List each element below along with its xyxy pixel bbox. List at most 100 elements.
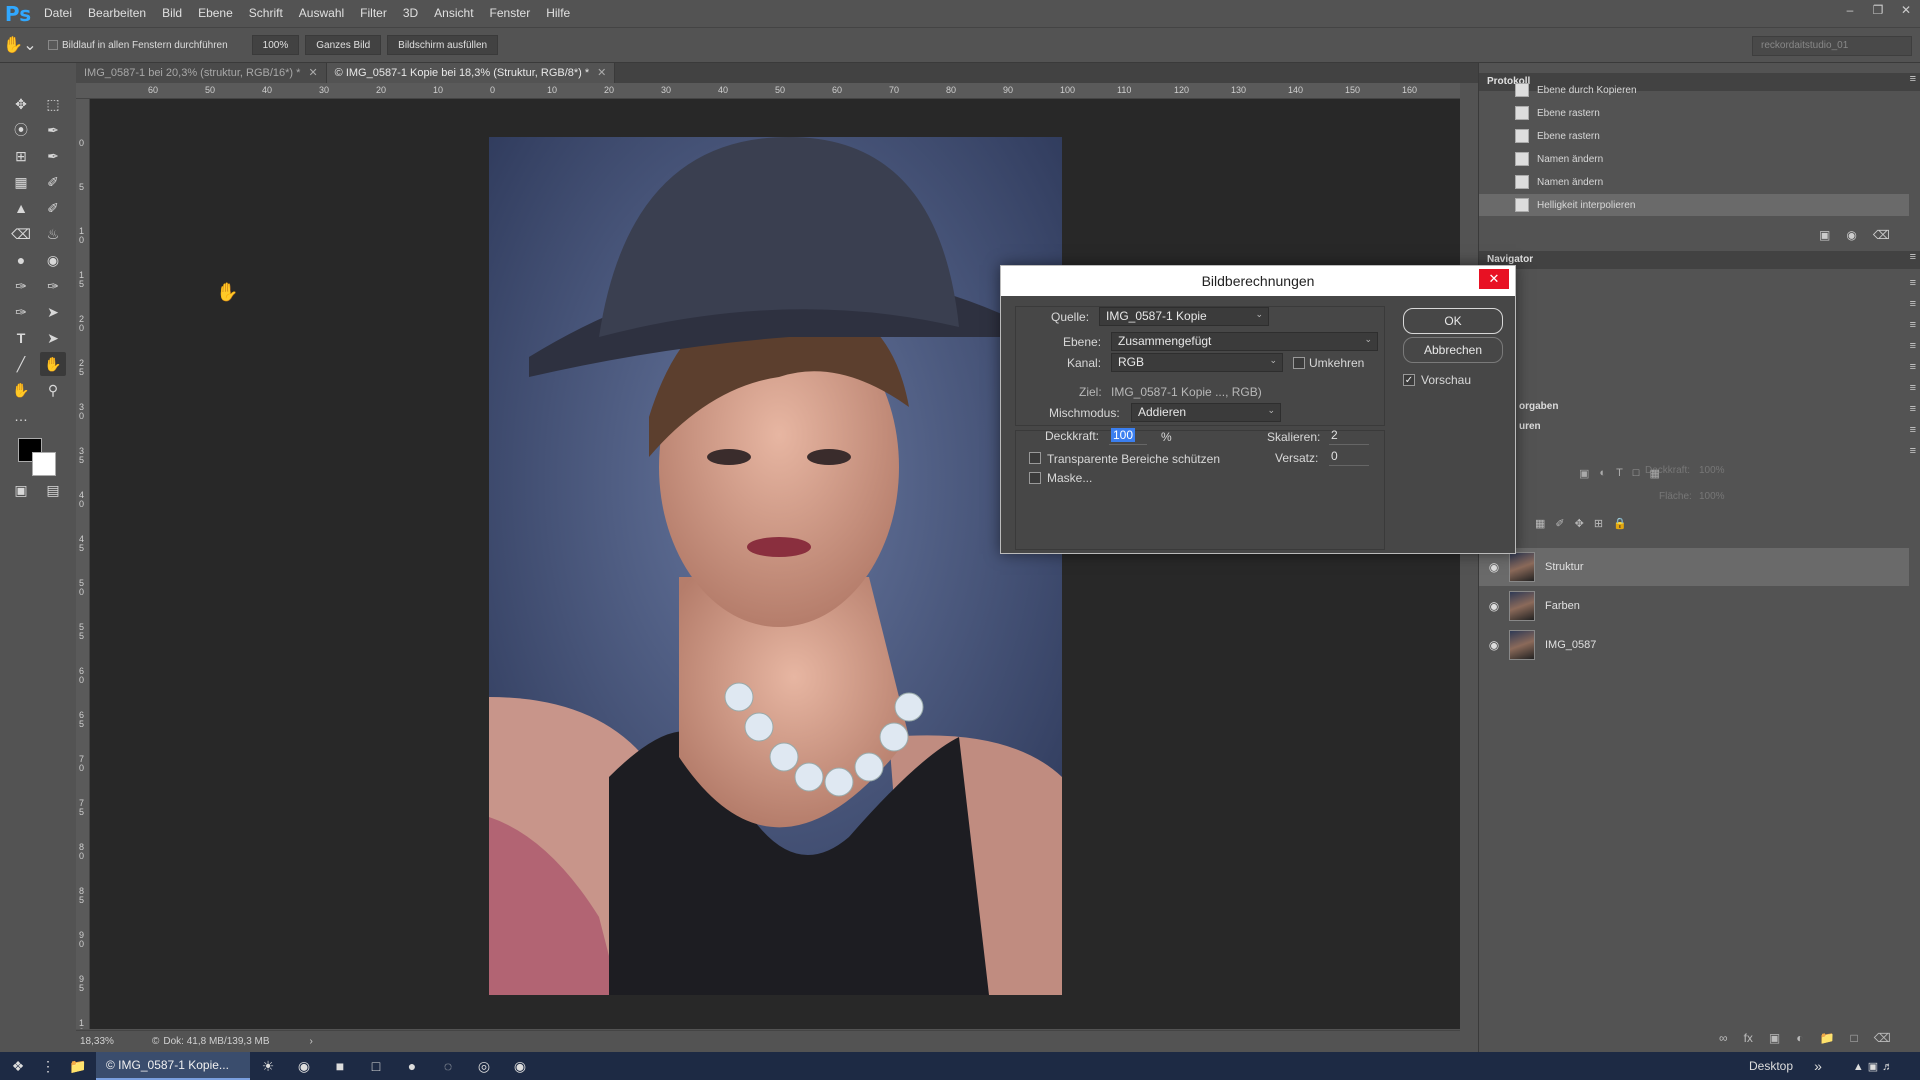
brush-tool-icon[interactable]: ✐ [40, 170, 66, 194]
healing-brush-tool-icon[interactable]: ▦ [8, 170, 34, 194]
paint-bucket-tool-icon[interactable]: ♨ [40, 222, 66, 246]
tab-close-icon[interactable]: ✕ [308, 67, 317, 79]
lock-position-icon[interactable]: ✥ [1575, 517, 1584, 530]
layer-row[interactable]: ◉ Struktur [1479, 548, 1909, 586]
fill-screen-button[interactable]: Bildschirm ausfüllen [387, 35, 499, 55]
menu-item-ansicht[interactable]: Ansicht [426, 0, 481, 27]
eraser-tool-icon[interactable]: ⌫ [8, 222, 34, 246]
history-item[interactable]: Helligkeit interpolieren [1479, 194, 1909, 216]
delete-layer-icon[interactable]: ⌫ [1874, 1031, 1891, 1045]
blur-tool-icon[interactable]: ● [8, 248, 34, 272]
chevron-right-icon[interactable]: » [1806, 1052, 1830, 1080]
minimize-icon[interactable]: – [1836, 0, 1864, 20]
start-windows-icon[interactable]: ❖ [0, 1052, 36, 1080]
cancel-button[interactable]: Abbrechen [1403, 337, 1503, 363]
trash-icon[interactable]: ⌫ [1873, 228, 1890, 242]
dialog-close-icon[interactable]: ✕ [1479, 269, 1509, 289]
zoom-level[interactable]: 18,33% [80, 1036, 140, 1047]
filter-image-icon[interactable]: ▣ [1579, 467, 1589, 480]
skalieren-input[interactable]: 2 [1329, 427, 1369, 445]
layer-row[interactable]: ◉ IMG_0587 [1479, 626, 1909, 664]
taskbar-app-icon[interactable]: ◌ [430, 1052, 466, 1080]
restore-icon[interactable]: ❐ [1864, 0, 1892, 20]
tab-close-icon[interactable]: ✕ [597, 67, 606, 79]
desktop-toolbar[interactable]: Desktop [1736, 1052, 1806, 1080]
menu-item-bild[interactable]: Bild [154, 0, 190, 27]
line-tool-icon[interactable]: ╱ [8, 352, 34, 376]
menu-item-datei[interactable]: Datei [36, 0, 80, 27]
filter-smart-icon[interactable]: ▦ [1649, 467, 1659, 480]
lasso-tool-icon[interactable]: ⦿ [8, 118, 34, 142]
layer-row[interactable]: ◉ Farben [1479, 587, 1909, 625]
new-layer-icon[interactable]: □ [1850, 1031, 1857, 1045]
snapshot-camera-icon[interactable]: ◉ [1846, 228, 1856, 242]
scroll-all-windows-option[interactable]: Bildlauf in allen Fenstern durchführen [48, 40, 228, 51]
visibility-eye-icon[interactable]: ◉ [1479, 638, 1509, 652]
quick-selection-tool-icon[interactable]: ✒ [40, 118, 66, 142]
screen-mode-icon[interactable]: ▤ [40, 478, 66, 502]
firefox-icon[interactable]: ◉ [286, 1052, 322, 1080]
tab-document-2[interactable]: © IMG_0587-1 Kopie bei 18,3% (Struktur, … [326, 63, 616, 83]
taskbar-app-icon[interactable]: ◎ [466, 1052, 502, 1080]
history-item[interactable]: Ebene durch Kopieren [1479, 79, 1909, 101]
direct-selection-tool-icon[interactable]: ➤ [40, 300, 66, 324]
transparent-areas-checkbox[interactable] [1029, 452, 1041, 464]
lock-pixels-icon[interactable]: ✐ [1555, 517, 1564, 530]
history-item[interactable]: Namen ändern [1479, 171, 1909, 193]
fill-value[interactable]: 100% [1699, 491, 1725, 502]
versatz-input[interactable]: 0 [1329, 448, 1369, 466]
menu-item-bearbeiten[interactable]: Bearbeiten [80, 0, 154, 27]
curvature-pen-tool-icon[interactable]: ✑ [8, 300, 34, 324]
quelle-select[interactable]: IMG_0587-1 Kopie ⌄ [1099, 307, 1269, 326]
menu-item-auswahl[interactable]: Auswahl [291, 0, 352, 27]
tab-document-1[interactable]: IMG_0587-1 bei 20,3% (struktur, RGB/16*)… [76, 63, 327, 83]
menu-item-ebene[interactable]: Ebene [190, 0, 241, 27]
file-explorer-icon[interactable]: 📁 [60, 1052, 96, 1080]
hand-tool-icon[interactable]: ✋ [40, 352, 66, 376]
rotate-view-tool-icon[interactable]: ✋ [8, 378, 34, 402]
link-layers-icon[interactable]: ∞ [1719, 1031, 1728, 1045]
lock-artboard-icon[interactable]: ⊞ [1594, 517, 1603, 530]
more-tools-icon[interactable]: … [8, 404, 34, 428]
zoom-tool-icon[interactable]: ⚲ [40, 378, 66, 402]
history-item[interactable]: Namen ändern [1479, 148, 1909, 170]
visibility-eye-icon[interactable]: ◉ [1479, 560, 1509, 574]
layers-tab-fragment[interactable]: uren [1519, 421, 1541, 432]
dodge-tool-icon[interactable]: ◉ [40, 248, 66, 272]
deckkraft-input[interactable]: 100 [1109, 427, 1147, 445]
filter-type-icon[interactable]: T [1616, 467, 1623, 480]
workspace-selector[interactable]: reckordaitstudio_01 [1752, 36, 1912, 56]
lightroom-icon[interactable]: □ [358, 1052, 394, 1080]
history-item[interactable]: Ebene rastern [1479, 125, 1909, 147]
history-item[interactable]: Ebene rastern [1479, 102, 1909, 124]
taskbar-photoshop[interactable]: © IMG_0587-1 Kopie... [96, 1052, 250, 1080]
ebene-select[interactable]: Zusammengefügt ⌄ [1111, 332, 1378, 351]
pen-tool-icon[interactable]: ✑ [8, 274, 34, 298]
layer-name[interactable]: IMG_0587 [1545, 639, 1596, 651]
scroll-all-checkbox[interactable] [48, 40, 58, 50]
status-menu-arrow-icon[interactable]: › [310, 1036, 313, 1047]
ok-button[interactable]: OK [1403, 308, 1503, 334]
add-mask-icon[interactable]: ▣ [1769, 1031, 1780, 1045]
close-icon[interactable]: ✕ [1892, 0, 1920, 20]
fx-icon[interactable]: fx [1744, 1031, 1753, 1045]
menu-item-fenster[interactable]: Fenster [482, 0, 539, 27]
lock-transparency-icon[interactable]: ▦ [1535, 517, 1545, 530]
navigator-panel-header[interactable]: Navigator [1479, 251, 1920, 269]
marquee-tool-icon[interactable]: ⬚ [40, 92, 66, 116]
menu-item-3d[interactable]: 3D [395, 0, 426, 27]
eyedropper-tool-icon[interactable]: ✒ [40, 144, 66, 168]
premiere-icon[interactable]: ■ [322, 1052, 358, 1080]
new-document-from-state-icon[interactable]: ▣ [1819, 228, 1830, 242]
mischmodus-select[interactable]: Addieren ⌄ [1131, 403, 1281, 422]
taskbar-app-icon[interactable]: ☀ [250, 1052, 286, 1080]
panel-menu-icon[interactable]: ≡ [1910, 251, 1916, 263]
menu-item-filter[interactable]: Filter [352, 0, 395, 27]
filter-adjustment-icon[interactable]: ◐ [1599, 467, 1606, 480]
layer-name[interactable]: Farben [1545, 600, 1580, 612]
layer-name[interactable]: Struktur [1545, 561, 1584, 573]
filter-shape-icon[interactable]: □ [1633, 467, 1640, 480]
vorschau-checkbox[interactable]: ✓ [1403, 374, 1415, 386]
freeform-pen-tool-icon[interactable]: ✑ [40, 274, 66, 298]
move-tool-icon[interactable]: ✥ [8, 92, 34, 116]
